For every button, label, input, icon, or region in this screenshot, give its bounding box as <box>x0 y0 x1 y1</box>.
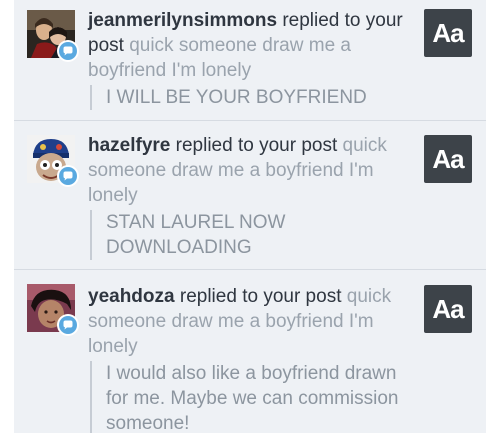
notification-text: yeahdoza replied to your post quick some… <box>88 284 418 433</box>
notification-item[interactable]: jeanmerilynsimmons replied to your post … <box>14 0 486 121</box>
text-post-thumbnail[interactable]: Aa <box>424 135 472 183</box>
reply-quote: STAN LAUREL NOW DOWNLOADING <box>90 210 418 260</box>
text-post-icon: Aa <box>432 294 464 324</box>
notification-item[interactable]: yeahdoza replied to your post quick some… <box>14 270 486 433</box>
reply-badge <box>57 40 79 62</box>
notification-text: jeanmerilynsimmons replied to your post … <box>88 8 418 110</box>
reply-badge <box>57 314 79 336</box>
notification-text: hazelfyre replied to your post quick som… <box>88 133 418 260</box>
text-post-thumbnail[interactable]: Aa <box>424 9 472 57</box>
activity-feed: jeanmerilynsimmons replied to your post … <box>14 0 486 433</box>
user-avatar[interactable] <box>27 135 79 187</box>
reply-quote: I WILL BE YOUR BOYFRIEND <box>90 85 418 110</box>
text-post-icon: Aa <box>432 144 464 174</box>
speech-bubble-icon <box>59 316 77 334</box>
action-text: replied to your post <box>175 135 338 156</box>
action-text: replied to your post <box>179 286 342 307</box>
reply-badge <box>57 165 79 187</box>
user-avatar[interactable] <box>27 284 79 336</box>
username-link[interactable]: hazelfyre <box>88 135 170 156</box>
username-link[interactable]: yeahdoza <box>88 286 175 307</box>
text-post-thumbnail[interactable]: Aa <box>424 285 472 333</box>
notification-item[interactable]: hazelfyre replied to your post quick som… <box>14 121 486 270</box>
speech-bubble-icon <box>59 167 77 185</box>
speech-bubble-icon <box>59 42 77 60</box>
reply-quote: I would also like a boyfriend drawn for … <box>90 361 418 433</box>
post-title-link[interactable]: quick someone draw me a boyfriend I'm lo… <box>88 35 351 81</box>
username-link[interactable]: jeanmerilynsimmons <box>88 10 277 31</box>
text-post-icon: Aa <box>432 18 464 48</box>
user-avatar[interactable] <box>27 10 79 62</box>
